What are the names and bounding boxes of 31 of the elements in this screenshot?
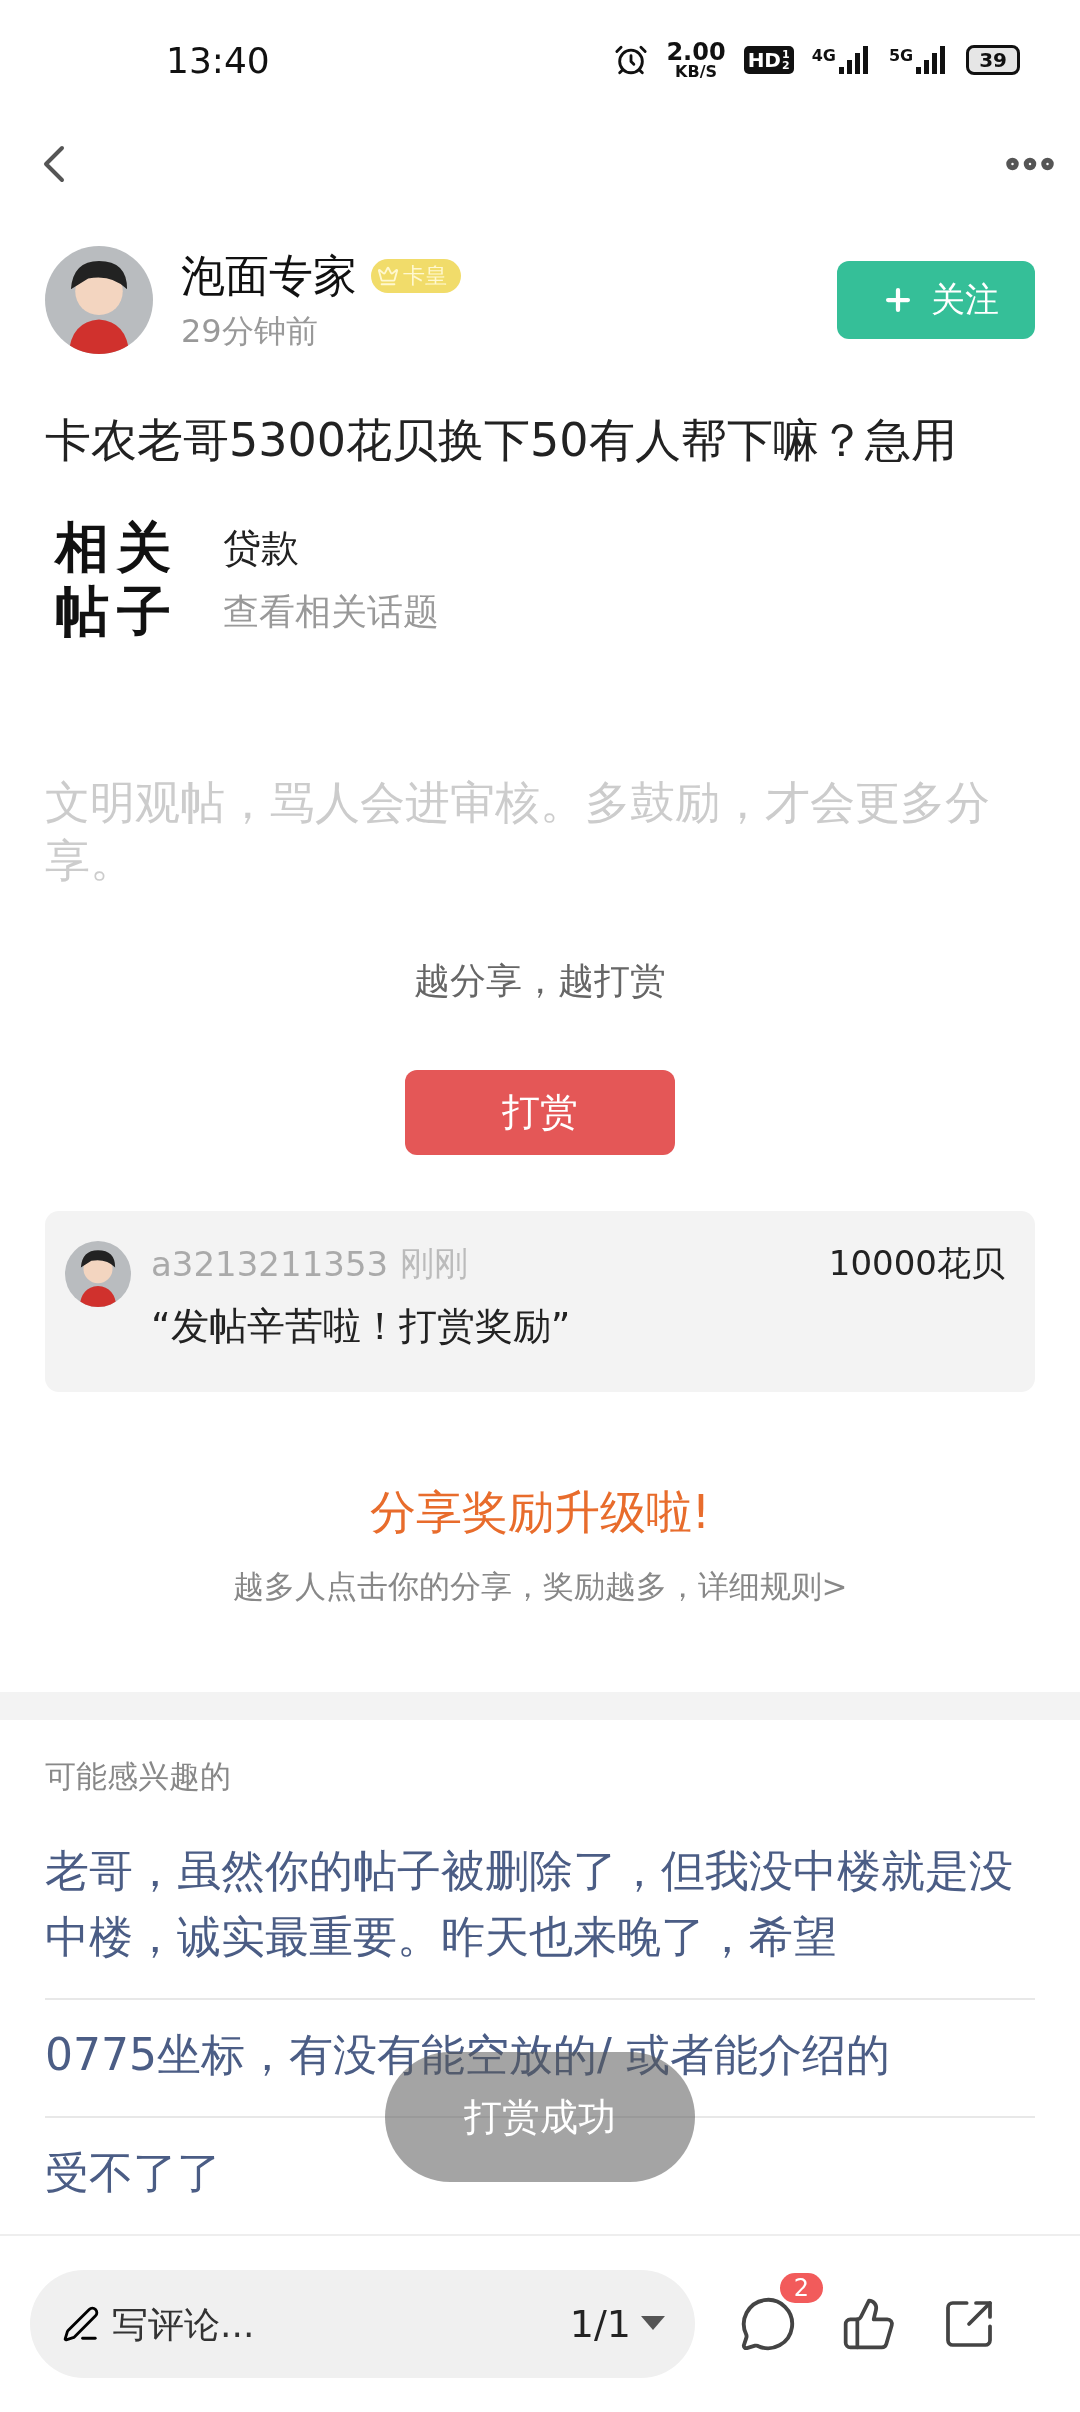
signal-icon [838, 46, 871, 74]
alarm-icon [614, 43, 649, 77]
post-title: 卡农老哥5300花贝换下50有人帮下嘛？急用 [45, 412, 958, 470]
network-speed: 2.00 [666, 40, 726, 64]
topic-tag[interactable]: 贷款 [223, 523, 440, 575]
reward-prompt: 越分享，越打赏 [413, 958, 667, 1003]
reward-message: “发帖辛苦啦！打赏奖励” [151, 1303, 572, 1350]
reward-amount: 10000花贝 [828, 1242, 1005, 1285]
comment-input[interactable]: 写评论... 1/1 [30, 2270, 695, 2378]
recommend-heading: 可能感兴趣的 [45, 1757, 232, 1796]
reward-time: 刚刚 [400, 1242, 470, 1285]
battery-level: 39 [966, 45, 1020, 75]
related-posts-heading: 相关帖子 [55, 516, 180, 644]
post-time: 29分钟前 [181, 310, 319, 352]
recommended-post[interactable]: 老哥，虽然你的帖子被删除了，但我没中楼就是没中楼，诚实最重要。昨天也来晚了，希望 [45, 1816, 1035, 2000]
share-promo-title: 分享奖励升级啦! [368, 1484, 712, 1541]
level-badge: 卡皇 [371, 259, 461, 294]
network-type: 4G [811, 46, 836, 65]
caret-icon[interactable] [641, 2316, 665, 2332]
like-button[interactable] [841, 2296, 897, 2352]
author-name[interactable]: 泡面专家 [181, 246, 357, 306]
reward-button[interactable]: 打赏 [405, 1069, 675, 1155]
speed-unit: KB/S [675, 64, 717, 80]
page-indicator[interactable]: 1/1 [569, 2302, 631, 2346]
comment-count: 2 [779, 2273, 823, 2303]
rewarder-name: a3213211353 [151, 1244, 389, 1284]
pencil-icon [62, 2305, 100, 2343]
clock-time: 13:40 [166, 39, 271, 81]
share-rules-link[interactable]: 越多人点击你的分享，奖励越多，详细规则> [0, 1566, 1080, 1608]
network-type: 5G [888, 46, 914, 65]
comments-button[interactable] [739, 2295, 797, 2353]
